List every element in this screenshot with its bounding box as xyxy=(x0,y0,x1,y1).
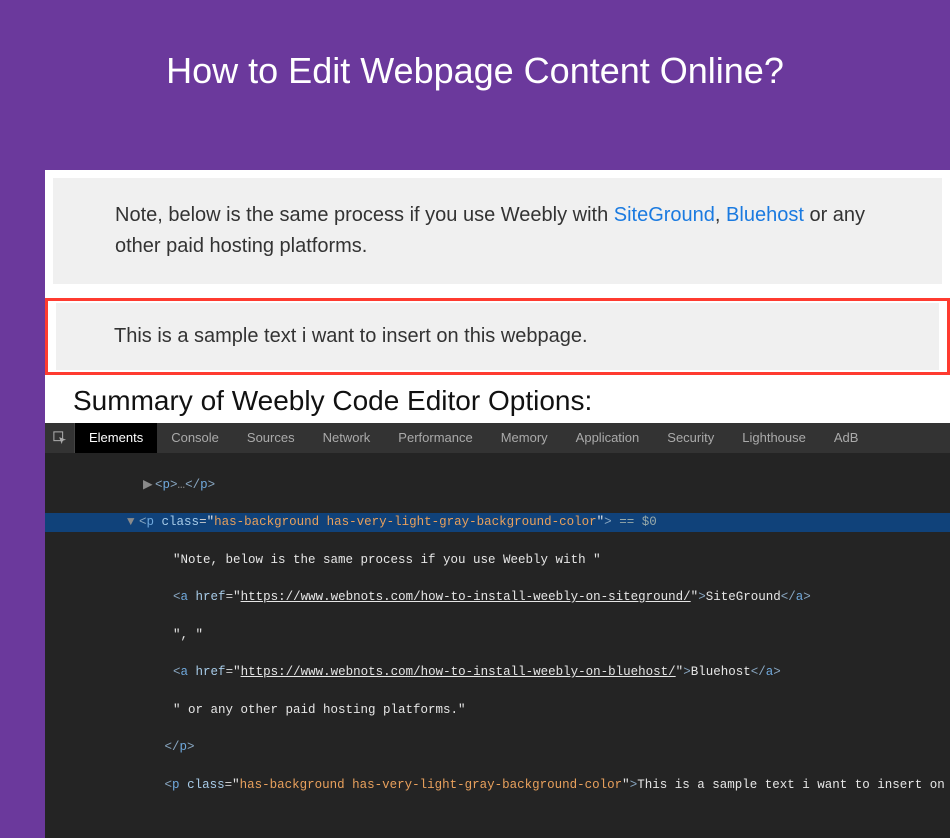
tab-application[interactable]: Application xyxy=(562,423,654,453)
tab-performance[interactable]: Performance xyxy=(384,423,486,453)
devtools-tabs: Elements Console Sources Network Perform… xyxy=(45,423,950,453)
link-siteground[interactable]: SiteGround xyxy=(614,204,715,226)
highlighted-sample-box: This is a sample text i want to insert o… xyxy=(45,298,950,375)
devtools-panel: Elements Console Sources Network Perform… xyxy=(45,423,950,838)
tab-adblock[interactable]: AdB xyxy=(820,423,873,453)
link-bluehost[interactable]: Bluehost xyxy=(726,204,804,226)
tab-elements[interactable]: Elements xyxy=(75,423,157,453)
note-paragraph: Note, below is the same process if you u… xyxy=(53,178,942,284)
tab-network[interactable]: Network xyxy=(309,423,385,453)
tab-lighthouse[interactable]: Lighthouse xyxy=(728,423,820,453)
tab-console[interactable]: Console xyxy=(157,423,233,453)
summary-heading: Summary of Weebly Code Editor Options: xyxy=(45,375,950,423)
note-text: Note, below is the same process if you u… xyxy=(115,204,614,226)
note-sep: , xyxy=(715,204,726,226)
inspect-icon[interactable] xyxy=(45,423,75,453)
tab-memory[interactable]: Memory xyxy=(487,423,562,453)
sample-text: This is a sample text i want to insert o… xyxy=(56,303,939,370)
devtools-dom-tree[interactable]: ▶<p>…</p> ▼<p class="has-background has-… xyxy=(45,453,950,838)
tab-sources[interactable]: Sources xyxy=(233,423,309,453)
tab-security[interactable]: Security xyxy=(653,423,728,453)
page-title: How to Edit Webpage Content Online? xyxy=(0,0,950,132)
browser-screenshot: Note, below is the same process if you u… xyxy=(45,170,950,838)
